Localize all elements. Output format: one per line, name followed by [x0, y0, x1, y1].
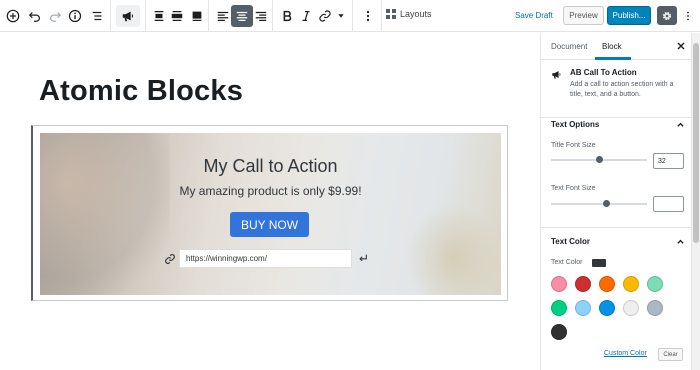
- text-options-panel-toggle[interactable]: Text Options: [541, 118, 691, 132]
- clear-color-button[interactable]: Clear: [658, 348, 683, 361]
- preview-button[interactable]: Preview: [563, 6, 604, 25]
- text-align-right-button[interactable]: [250, 5, 272, 27]
- text-font-size-input[interactable]: [653, 196, 684, 212]
- cta-button[interactable]: BUY NOW: [230, 212, 309, 237]
- button-url-input[interactable]: https://winningwp.com/: [179, 249, 352, 268]
- redo-icon: [50, 12, 62, 22]
- call-to-action-block[interactable]: My Call to Action My amazing product is …: [40, 133, 501, 295]
- post-title[interactable]: Atomic Blocks: [39, 75, 243, 108]
- align-full-icon: [171, 11, 183, 21]
- cta-title[interactable]: My Call to Action: [40, 156, 501, 177]
- block-name: AB Call To Action: [570, 68, 637, 77]
- color-swatch[interactable]: [551, 276, 567, 292]
- italic-icon: [302, 11, 310, 21]
- color-swatch[interactable]: [623, 300, 639, 316]
- color-swatch[interactable]: [575, 300, 591, 316]
- cta-text[interactable]: My amazing product is only $9.99!: [40, 184, 501, 198]
- align-full-button[interactable]: [166, 5, 188, 27]
- text-font-size-label: Text Font Size: [551, 185, 596, 192]
- gear-icon: [662, 11, 672, 20]
- grid-icon: [386, 9, 396, 19]
- block-card: AB Call To Action Add a call to action s…: [541, 60, 691, 118]
- block-description: Add a call to action section with a titl…: [570, 81, 674, 98]
- align-left-icon: [217, 11, 229, 21]
- color-swatch[interactable]: [551, 300, 567, 316]
- settings-sidebar: Document Block AB Call To Action Add a c…: [540, 33, 691, 370]
- tab-document[interactable]: Document: [551, 42, 587, 51]
- enter-icon: [359, 254, 367, 262]
- plus-circle-icon: [6, 9, 20, 23]
- align-right-icon: [255, 11, 267, 21]
- content-info-button[interactable]: [64, 5, 86, 27]
- selected-block-outline[interactable]: My Call to Action My amazing product is …: [31, 125, 508, 301]
- text-color-label: Text Color: [551, 259, 583, 266]
- block-navigation-button[interactable]: [86, 5, 108, 27]
- close-icon[interactable]: [676, 41, 686, 51]
- editor-canvas: Atomic Blocks My Call to Action My amazi…: [0, 33, 540, 370]
- color-swatch[interactable]: [647, 276, 663, 292]
- more-tools-button[interactable]: [682, 7, 694, 25]
- text-options-heading: Text Options: [551, 120, 600, 129]
- undo-icon: [28, 12, 40, 22]
- color-swatch[interactable]: [647, 300, 663, 316]
- chevron-up-icon: [677, 239, 684, 244]
- block-type-button[interactable]: [116, 5, 140, 27]
- slider-handle[interactable]: [603, 200, 611, 207]
- redo-button[interactable]: [44, 5, 66, 27]
- align-block-icon: [192, 11, 202, 21]
- block-more-options-button[interactable]: [357, 5, 379, 27]
- toolbar-divider: [272, 0, 273, 31]
- layouts-button[interactable]: Layouts: [386, 9, 432, 19]
- chevron-up-icon: [677, 122, 684, 127]
- megaphone-icon: [122, 11, 134, 22]
- title-font-size-slider[interactable]: [551, 156, 647, 163]
- tab-block[interactable]: Block: [602, 42, 622, 51]
- title-font-size-label: Title Font Size: [551, 142, 596, 149]
- text-color-panel-toggle[interactable]: Text Color: [541, 235, 691, 249]
- color-swatch[interactable]: [551, 324, 567, 340]
- list-icon: [92, 11, 102, 21]
- chevron-down-icon: [338, 14, 344, 18]
- more-vertical-icon: [687, 11, 689, 21]
- save-draft-button[interactable]: Save Draft: [515, 11, 553, 20]
- current-color-indicator: [592, 259, 606, 267]
- apply-url-button[interactable]: [357, 251, 369, 265]
- color-swatch[interactable]: [623, 276, 639, 292]
- more-rich-text-button[interactable]: [333, 5, 349, 27]
- toolbar-divider: [208, 0, 209, 31]
- link-icon: [165, 254, 175, 264]
- align-center-block-button[interactable]: [186, 5, 208, 27]
- align-wide-icon: [154, 11, 164, 21]
- text-color-heading: Text Color: [551, 237, 590, 246]
- toolbar-divider: [145, 0, 146, 31]
- color-swatch[interactable]: [599, 276, 615, 292]
- toolbar-divider: [352, 0, 353, 31]
- publish-button[interactable]: Publish...: [607, 6, 651, 25]
- link-icon: [319, 10, 331, 22]
- sidebar-tabs: Document Block: [541, 33, 691, 60]
- align-center-icon: [236, 11, 248, 21]
- undo-button[interactable]: [24, 5, 46, 27]
- custom-color-button[interactable]: Custom Color: [604, 350, 647, 357]
- megaphone-icon: [552, 71, 561, 79]
- layouts-label: Layouts: [400, 9, 432, 19]
- text-font-size-slider[interactable]: [551, 200, 647, 207]
- toolbar-divider: [110, 0, 111, 31]
- add-block-button[interactable]: [2, 5, 24, 27]
- more-vertical-icon: [366, 10, 370, 22]
- toolbar-divider: [381, 0, 382, 31]
- panel-divider: [541, 227, 691, 228]
- title-font-size-input[interactable]: 32: [653, 153, 684, 169]
- info-icon: [68, 9, 82, 23]
- color-swatch[interactable]: [575, 276, 591, 292]
- scrollbar-thumb[interactable]: [693, 43, 699, 243]
- color-swatch[interactable]: [599, 300, 615, 316]
- settings-button[interactable]: [657, 6, 677, 25]
- sidebar-scrollbar[interactable]: [691, 33, 700, 370]
- slider-handle[interactable]: [595, 156, 603, 163]
- editor-toolbar: Layouts Save Draft Preview Publish...: [0, 0, 700, 32]
- bold-icon: [283, 10, 292, 22]
